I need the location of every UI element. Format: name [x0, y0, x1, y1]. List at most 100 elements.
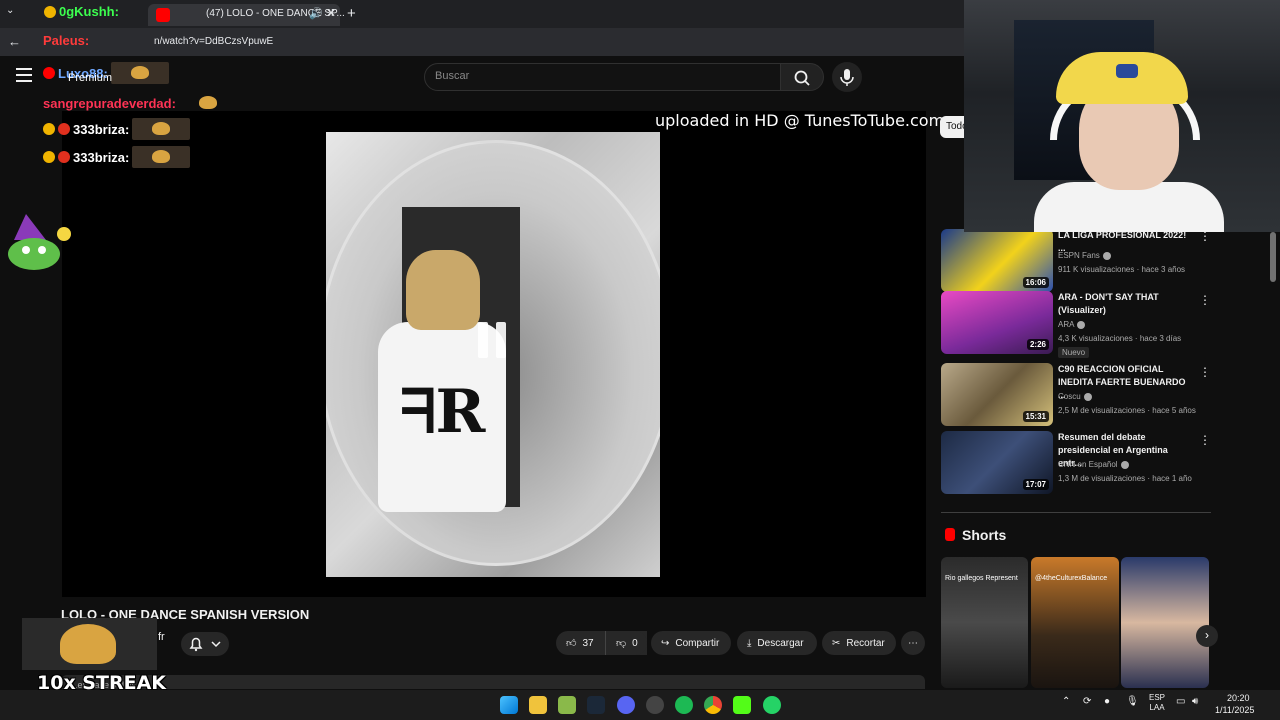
- app-icon[interactable]: [646, 696, 664, 714]
- app-icon[interactable]: [558, 696, 576, 714]
- recommendation-item[interactable]: 16:06 LA LIGA PROFESIONAL 2022! ... ESPN…: [941, 229, 1211, 293]
- chrome-icon[interactable]: [704, 696, 722, 714]
- chat-badge-icon: [44, 5, 56, 18]
- video-player[interactable]: uploaded in HD @ TunesToTube.com ᖷR: [62, 111, 944, 597]
- hamburger-menu-icon[interactable]: [16, 68, 32, 82]
- tab-search-icon[interactable]: ⌄: [6, 5, 14, 16]
- more-vertical-icon[interactable]: ⋮: [1199, 433, 1211, 447]
- thumbnail[interactable]: 15:31: [941, 363, 1053, 426]
- dislike-button[interactable]: 👎︎ 0: [605, 631, 647, 655]
- thumbs-down-icon: 👎︎: [616, 638, 627, 649]
- short-item[interactable]: @4theCulturexBalance: [1031, 557, 1119, 688]
- chevron-right-icon[interactable]: ›: [1196, 625, 1218, 647]
- microphone-icon[interactable]: 🎙︎: [1126, 696, 1139, 707]
- clock-time[interactable]: 20:20: [1227, 693, 1250, 703]
- clock-date[interactable]: 1/11/2025: [1215, 705, 1254, 715]
- tab-close-button[interactable]: ✕: [326, 6, 336, 20]
- youtube-premium-icon: [43, 67, 55, 79]
- spotify-icon[interactable]: [675, 696, 693, 714]
- recommendation-channel[interactable]: ESPN Fans: [1058, 251, 1111, 260]
- youtube-favicon-icon: [156, 8, 170, 22]
- back-arrow-icon[interactable]: ←: [8, 34, 21, 49]
- chat-emote: [132, 118, 191, 140]
- volume-icon[interactable]: 🔊︎: [1192, 696, 1198, 707]
- recommendation-channel[interactable]: Coscu: [1058, 392, 1092, 401]
- search-placeholder: Buscar: [435, 70, 470, 82]
- sync-icon[interactable]: ⟳: [1083, 696, 1091, 707]
- chat-username: 0gKushh:: [59, 4, 119, 19]
- video-frame[interactable]: ᖷR: [326, 132, 660, 577]
- sidebar-scrollbar[interactable]: [1270, 232, 1276, 282]
- url-field[interactable]: n/watch?v=DdBCzsVpuwE: [154, 36, 273, 47]
- recommendation-item[interactable]: 15:31 C90 REACCION OFICIAL INEDITA FAERT…: [941, 363, 1211, 427]
- network-icon[interactable]: ▭: [1176, 696, 1185, 707]
- verified-icon: [1102, 251, 1111, 260]
- recommendation-item[interactable]: 2:26 ARA - DON'T SAY THAT (Visualizer) A…: [941, 291, 1211, 358]
- speaker-icon[interactable]: 🔊: [309, 7, 323, 20]
- whatsapp-icon[interactable]: [763, 696, 781, 714]
- download-icon: ⤓: [747, 637, 752, 649]
- description-box[interactable]: [61, 675, 925, 689]
- recommendation-channel[interactable]: CNN en Español: [1058, 460, 1129, 469]
- thumbnail[interactable]: 17:07: [941, 431, 1053, 494]
- language-indicator[interactable]: ESP LAA: [1149, 693, 1165, 713]
- recommendation-item[interactable]: 17:07 Resumen del debate presidencial en…: [941, 431, 1211, 495]
- more-horizontal-icon: ⋯: [908, 637, 918, 649]
- tab-youtube[interactable]: (47) LOLO - ONE DANCE SP... 🔊 ✕: [148, 4, 345, 26]
- recommendation-meta: 911 K visualizaciones · hace 3 años: [1058, 265, 1186, 274]
- short-item[interactable]: Rio gallegos Represent: [941, 557, 1028, 688]
- chat-username: 333briza:: [73, 121, 130, 137]
- share-label: Compartir: [675, 637, 720, 649]
- file-explorer-icon[interactable]: [529, 696, 547, 714]
- short-caption: Rio gallegos Represent: [945, 575, 1018, 582]
- duration-badge: 2:26: [1026, 339, 1049, 350]
- chat-message: 0gKushh:: [44, 4, 119, 19]
- chevron-up-icon[interactable]: ⌃: [1062, 696, 1070, 707]
- divider: [941, 512, 1211, 513]
- voice-search-button[interactable]: [832, 62, 862, 92]
- tab-title: (47) LOLO - ONE DANCE SP...: [206, 8, 345, 19]
- pause-icon[interactable]: [478, 322, 508, 362]
- duration-badge: 17:07: [1022, 479, 1049, 490]
- chat-badge-icon: [58, 151, 70, 163]
- microphone-icon: [840, 69, 854, 86]
- more-vertical-icon[interactable]: ⋮: [1199, 365, 1211, 379]
- webcam-overlay: [964, 0, 1280, 232]
- search-input[interactable]: Buscar: [424, 63, 782, 91]
- thumbnail[interactable]: 16:06: [941, 229, 1053, 292]
- premium-label: Premium: [68, 72, 113, 84]
- share-button[interactable]: ↪ Compartir: [651, 631, 731, 655]
- download-button[interactable]: ⤓ Descargar: [737, 631, 817, 655]
- kick-icon[interactable]: [733, 696, 751, 714]
- duration-badge: 15:31: [1022, 411, 1049, 422]
- chat-username: Paleus:: [43, 33, 90, 48]
- thumbnail[interactable]: 2:26: [941, 291, 1053, 354]
- new-badge: Nuevo: [1058, 347, 1090, 358]
- channel-name[interactable]: fr: [158, 631, 165, 643]
- chat-message: 333briza:: [43, 146, 191, 168]
- download-label: Descargar: [757, 637, 804, 649]
- search-button[interactable]: [780, 63, 824, 91]
- short-item[interactable]: [1121, 557, 1209, 688]
- recommendation-channel[interactable]: ARA: [1058, 320, 1086, 329]
- more-vertical-icon[interactable]: ⋮: [1199, 293, 1211, 307]
- like-count: 37: [582, 637, 594, 649]
- recommendation-meta: 4,3 K visualizaciones · hace 3 días: [1058, 334, 1182, 343]
- windows-start-icon[interactable]: [500, 696, 518, 714]
- steam-icon[interactable]: [587, 696, 605, 714]
- more-actions-button[interactable]: ⋯: [901, 631, 925, 655]
- channel-label: CNN en Español: [1058, 460, 1118, 469]
- wizard-frog-emote-image: [4, 210, 74, 272]
- clip-button[interactable]: ✂ Recortar: [822, 631, 896, 655]
- verified-icon: [1077, 320, 1086, 329]
- chat-message: 333briza:: [43, 118, 191, 140]
- new-tab-button[interactable]: +: [347, 5, 356, 22]
- bell-icon: [189, 637, 221, 652]
- recommendation-title[interactable]: ARA - DON'T SAY THAT (Visualizer): [1058, 291, 1194, 317]
- shorts-heading: Shorts: [962, 527, 1007, 543]
- channel-label: ESPN Fans: [1058, 251, 1100, 260]
- chat-emote: [110, 62, 169, 84]
- notifications-button[interactable]: [181, 632, 229, 656]
- discord-icon[interactable]: [617, 696, 635, 714]
- app-tray-icon[interactable]: ●: [1104, 696, 1110, 707]
